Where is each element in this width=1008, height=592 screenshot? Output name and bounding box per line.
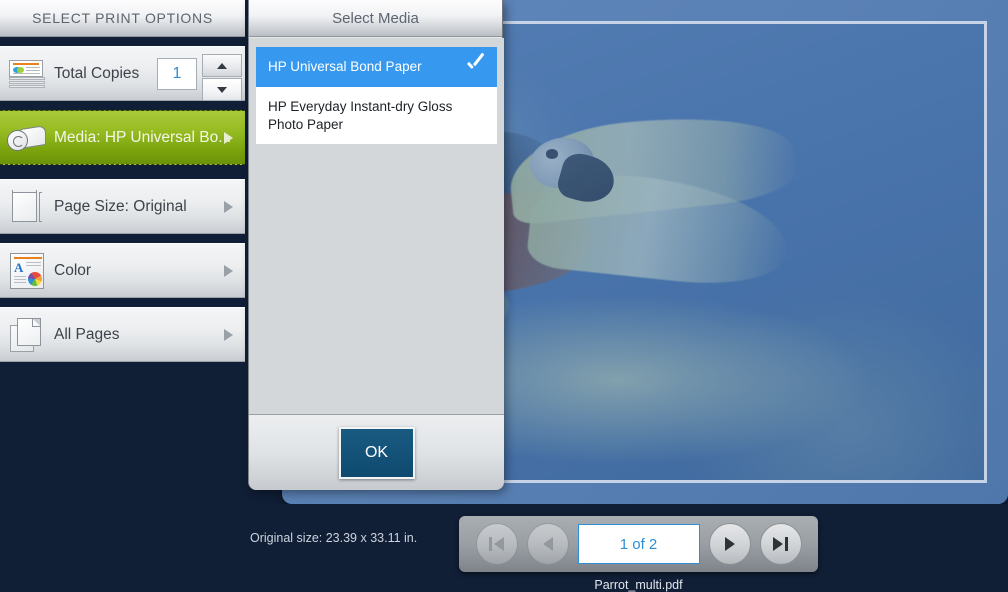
select-media-title: Select Media	[249, 0, 502, 37]
triangle-right-icon	[724, 537, 735, 551]
sidebar-gap	[0, 234, 245, 243]
sidebar-gap	[0, 101, 245, 110]
sidebar-item-color[interactable]: A Color	[0, 243, 245, 298]
total-copies-label: Total Copies	[54, 64, 140, 82]
page-size-label: Page Size: Original	[54, 197, 187, 215]
page-size-icon	[4, 185, 50, 229]
media-option-label: HP Everyday Instant-dry Gloss Photo Pape…	[268, 98, 453, 132]
media-option-label: HP Universal Bond Paper	[268, 59, 422, 74]
next-page-button[interactable]	[708, 523, 751, 565]
pages-stack-icon	[4, 313, 50, 357]
parrot-eye	[546, 149, 558, 159]
page-indicator-input[interactable]: 1 of 2	[577, 524, 700, 564]
bar-icon	[785, 537, 788, 551]
color-label: Color	[54, 261, 92, 279]
sidebar-item-media[interactable]: Media: HP Universal Bo...	[0, 110, 245, 165]
copies-increment-button[interactable]	[202, 54, 242, 77]
sidebar-gap	[0, 37, 245, 46]
media-options-list: HP Universal Bond Paper HP Everyday Inst…	[249, 38, 504, 414]
file-name-label: Parrot_multi.pdf	[594, 578, 683, 592]
previous-page-button[interactable]	[526, 523, 569, 565]
caret-down-icon	[217, 86, 227, 93]
triangle-right-icon	[773, 537, 783, 551]
bottom-toolbar: Original size: 23.39 x 33.11 in. 1 of 2 …	[0, 504, 1008, 592]
print-options-screen: SELECT PRINT OPTIONS Total Copies 1 Medi…	[0, 0, 1008, 592]
paper-roll-icon	[4, 116, 50, 160]
triangle-left-icon	[494, 537, 504, 551]
sidebar-gap	[0, 298, 245, 307]
sidebar-item-page-size[interactable]: Page Size: Original	[0, 179, 245, 234]
original-size-label: Original size: 23.39 x 33.11 in.	[250, 531, 418, 545]
triangle-left-icon	[542, 537, 553, 551]
chevron-right-icon	[224, 264, 233, 277]
total-copies-input[interactable]: 1	[157, 57, 197, 90]
select-media-footer: OK	[249, 414, 504, 490]
chevron-right-icon	[224, 328, 233, 341]
media-option-gloss-photo[interactable]: HP Everyday Instant-dry Gloss Photo Pape…	[256, 86, 497, 145]
copies-decrement-button[interactable]	[202, 78, 242, 101]
last-page-button[interactable]	[759, 523, 802, 565]
all-pages-label: All Pages	[54, 325, 120, 343]
media-label: Media: HP Universal Bo...	[54, 128, 232, 146]
sidebar-item-total-copies[interactable]: Total Copies 1	[0, 46, 245, 101]
page-navigation: 1 of 2	[459, 516, 818, 572]
select-media-dialog: Select Media HP Universal Bond Paper HP …	[248, 0, 504, 490]
bar-icon	[489, 537, 492, 551]
media-option-universal-bond[interactable]: HP Universal Bond Paper	[256, 47, 497, 87]
sidebar-gap	[0, 165, 245, 179]
print-options-sidebar: SELECT PRINT OPTIONS Total Copies 1 Medi…	[0, 0, 245, 516]
chevron-right-icon	[224, 131, 233, 144]
first-page-button[interactable]	[475, 523, 518, 565]
ok-button[interactable]: OK	[338, 426, 415, 479]
sidebar-header-title: SELECT PRINT OPTIONS	[0, 0, 245, 37]
check-icon	[465, 56, 483, 78]
color-page-icon: A	[4, 249, 50, 293]
printed-pages-icon	[4, 52, 50, 96]
caret-up-icon	[217, 62, 227, 69]
chevron-right-icon	[224, 200, 233, 213]
sidebar-item-all-pages[interactable]: All Pages	[0, 307, 245, 362]
